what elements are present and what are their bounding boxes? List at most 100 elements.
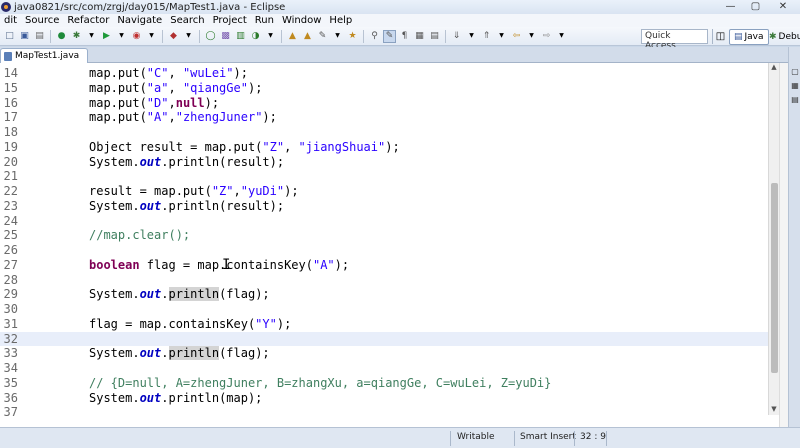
menu-navigate[interactable]: Navigate <box>113 15 166 26</box>
forward-icon[interactable]: ⇨ <box>540 30 553 43</box>
code-line[interactable]: 16 map.put("D",null); <box>0 96 779 110</box>
code-line[interactable]: 23 System.out.println(result); <box>0 199 779 213</box>
code-line[interactable]: 26 <box>0 243 779 257</box>
menu-help[interactable]: Help <box>325 15 356 26</box>
prev-annotation-dropdown-icon[interactable]: ▼ <box>495 30 508 43</box>
code-line[interactable]: 36 System.out.println(map); <box>0 391 779 405</box>
new-java-project-icon[interactable]: ◆ <box>167 30 180 43</box>
run-icon[interactable]: ▶ <box>100 30 113 43</box>
new-enum-icon[interactable]: ▥ <box>234 30 247 43</box>
code-line[interactable]: 18 <box>0 125 779 139</box>
code-line[interactable]: 30 <box>0 302 779 316</box>
code-text: System.out.println(map); <box>89 390 263 405</box>
code-line[interactable]: 19 Object result = map.put("Z", "jiangShu… <box>0 140 779 154</box>
back-dropdown-icon[interactable]: ▼ <box>525 30 538 43</box>
pin-icon[interactable]: ⚲ <box>368 30 381 43</box>
code-text: map.put("A","zhengJuner"); <box>89 110 277 125</box>
status-cursor-position: 32 : 9 <box>580 432 606 442</box>
restore-icon[interactable]: ▢ <box>790 67 800 77</box>
code-line[interactable]: 37 <box>0 405 779 419</box>
line-number: 34 <box>3 361 18 375</box>
new-junit-icon[interactable]: ▼ <box>264 30 277 43</box>
code-line[interactable]: 25 //map.clear(); <box>0 228 779 242</box>
external-tools-dropdown-icon[interactable]: ▼ <box>145 30 158 43</box>
minimize-icon[interactable]: — <box>718 0 743 12</box>
code-line[interactable]: 15 map.put("a", "qiangGe"); <box>0 81 779 95</box>
code-text: System.out.println(flag); <box>89 346 270 361</box>
open-perspective-icon[interactable]: ◫ <box>714 30 727 43</box>
new-package-icon[interactable]: ▼ <box>182 30 195 43</box>
debug-dropdown-icon[interactable]: ▼ <box>85 30 98 43</box>
skip-breakpoints-icon[interactable]: ● <box>55 30 68 43</box>
line-number: 26 <box>3 243 18 257</box>
menu-run[interactable]: Run <box>251 15 278 26</box>
block-selection-icon[interactable]: ▦ <box>413 30 426 43</box>
perspective-java-button[interactable]: ▤ Java <box>729 29 769 45</box>
back-icon[interactable]: ⇦ <box>510 30 523 43</box>
code-line[interactable]: 29 System.out.println(flag); <box>0 287 779 302</box>
new-icon[interactable]: □ <box>3 30 16 43</box>
new-class-icon[interactable]: ◯ <box>204 30 217 43</box>
debug-icon[interactable]: ✱ <box>70 30 83 43</box>
code-line[interactable]: 28 <box>0 273 779 287</box>
menu-edit[interactable]: dit <box>0 15 21 26</box>
code-line[interactable]: 33 System.out.println(flag); <box>0 346 779 361</box>
code-line[interactable]: 22 result = map.put("Z","yuDi"); <box>0 184 779 198</box>
menu-search[interactable]: Search <box>166 15 208 26</box>
menu-window[interactable]: Window <box>278 15 325 26</box>
code-line[interactable]: 31 flag = map.containsKey("Y"); <box>0 317 779 331</box>
code-text: System.out.println(result); <box>89 154 285 169</box>
toggle-mark-occurrences-icon[interactable]: ★ <box>346 30 359 43</box>
save-icon[interactable]: ▣ <box>18 30 31 43</box>
close-icon[interactable]: ✕ <box>768 0 798 12</box>
perspective-debug-button[interactable]: ✱ Debug <box>766 29 800 45</box>
outline-view-icon[interactable]: ▦ <box>790 81 800 91</box>
scroll-down-icon[interactable]: ▼ <box>769 405 779 415</box>
scrollbar-thumb[interactable] <box>771 183 778 373</box>
code-line[interactable]: 17 map.put("A","zhengJuner"); <box>0 110 779 124</box>
print-icon[interactable]: ▤ <box>33 30 46 43</box>
show-source-icon[interactable]: ▤ <box>428 30 441 43</box>
run-dropdown-icon[interactable]: ▼ <box>115 30 128 43</box>
overview-ruler[interactable] <box>779 63 788 427</box>
code-line[interactable]: 24 <box>0 214 779 228</box>
toolbar-separator <box>199 29 200 43</box>
status-separator <box>606 431 607 446</box>
search-icon[interactable]: ✎ <box>316 30 329 43</box>
new-interface-icon[interactable]: ▩ <box>219 30 232 43</box>
highlight-icon[interactable]: ✎ <box>383 29 396 43</box>
new-annotation-icon[interactable]: ◑ <box>249 30 262 43</box>
forward-dropdown-icon[interactable]: ▼ <box>555 30 568 43</box>
code-line[interactable]: 32 <box>0 331 779 346</box>
text-cursor-icon: I <box>222 257 231 273</box>
code-line[interactable]: 14 map.put("C", "wuLei"); <box>0 66 779 80</box>
code-text: result = map.put("Z","yuDi"); <box>89 184 299 198</box>
menu-project[interactable]: Project <box>209 15 251 26</box>
task-list-icon[interactable]: ▤ <box>790 95 800 105</box>
quick-access-input[interactable]: Quick Access <box>641 29 708 51</box>
show-whitespace-icon[interactable]: ¶ <box>398 30 411 43</box>
scroll-up-icon[interactable]: ▲ <box>769 63 779 73</box>
code-line[interactable]: 21 <box>0 169 779 183</box>
line-number: 32 <box>3 331 18 346</box>
tab-maptest1-java[interactable]: MapTest1.java <box>0 48 88 63</box>
tab-label: MapTest1.java <box>15 51 80 61</box>
open-task-icon[interactable]: ▲ <box>301 30 314 43</box>
external-tools-icon[interactable]: ◉ <box>130 30 143 43</box>
next-annotation-dropdown-icon[interactable]: ▼ <box>465 30 478 43</box>
code-line[interactable]: 20 System.out.println(result); <box>0 155 779 169</box>
code-editor[interactable]: 14 map.put("C", "wuLei"); 15 map.put("a", "… <box>0 63 779 427</box>
status-separator <box>514 431 515 446</box>
status-separator <box>450 431 451 446</box>
next-annotation-icon[interactable]: ⇓ <box>450 30 463 43</box>
code-line[interactable]: 34 <box>0 361 779 375</box>
menu-refactor[interactable]: Refactor <box>63 15 113 26</box>
code-line[interactable]: 27 boolean flag = map.containsKey("A"); <box>0 258 779 272</box>
maximize-icon[interactable]: ▢ <box>743 0 768 12</box>
code-line[interactable]: 35 // {D=null, A=zhengJuner, B=zhangXu, a… <box>0 376 779 390</box>
menu-source[interactable]: Source <box>21 15 63 26</box>
search-dropdown-icon[interactable]: ▼ <box>331 30 344 43</box>
prev-annotation-icon[interactable]: ⇑ <box>480 30 493 43</box>
open-type-icon[interactable]: ▲ <box>286 30 299 43</box>
editor-vertical-scrollbar[interactable]: ▲ ▼ <box>768 63 779 415</box>
